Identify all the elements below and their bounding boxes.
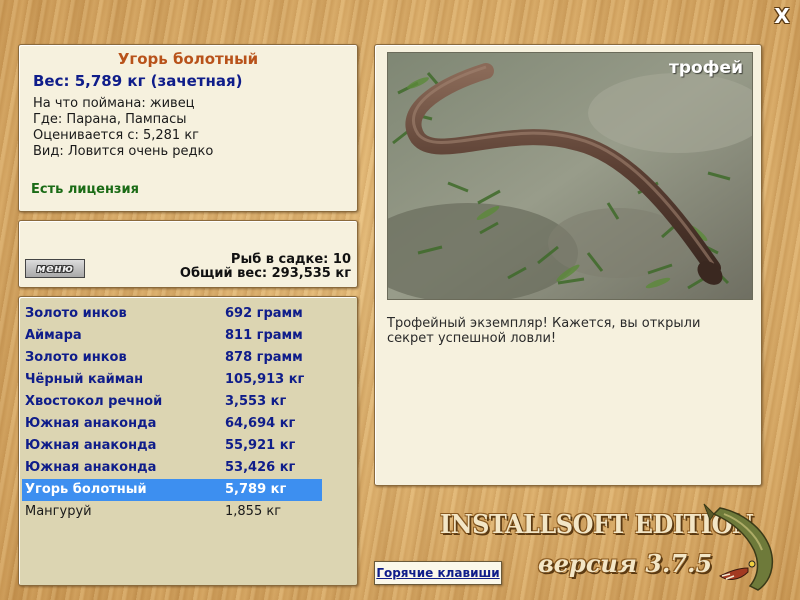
- fish-bait: На что поймана: живец: [33, 96, 195, 111]
- catch-item-name: Золото инков: [25, 350, 127, 365]
- catch-item-weight: 3,553 кг: [225, 394, 287, 409]
- catch-item-weight: 64,694 кг: [225, 416, 296, 431]
- catch-item-weight: 692 грамм: [225, 306, 303, 321]
- catch-item-name: Угорь болотный: [25, 482, 147, 497]
- catch-description: Трофейный экземпляр! Кажется, вы открыли…: [387, 316, 701, 346]
- keepnet-count: Рыб в садке: 10: [230, 252, 351, 267]
- catch-item-weight: 53,426 кг: [225, 460, 296, 475]
- fish-weight: Вес: 5,789 кг (зачетная): [33, 72, 243, 90]
- pike-fish-icon: [700, 502, 784, 594]
- photo-panel: трофей Трофейный экземпляр! Кажется, вы …: [374, 44, 762, 486]
- catch-list-item[interactable]: Золото инков 878 грамм: [22, 347, 322, 369]
- catch-item-weight: 5,789 кг: [225, 482, 287, 497]
- keepnet-panel: меню Рыб в садке: 10 Общий вес: 293,535 …: [18, 220, 358, 288]
- catch-list-item[interactable]: Золото инков 692 грамм: [22, 303, 322, 325]
- catch-list-item[interactable]: Угорь болотный 5,789 кг: [22, 479, 322, 501]
- trophy-badge: трофей: [668, 58, 743, 78]
- catch-item-weight: 55,921 кг: [225, 438, 296, 453]
- catch-item-name: Мангуруй: [25, 504, 92, 519]
- catch-item-weight: 1,855 кг: [225, 504, 282, 519]
- catch-list-item[interactable]: Чёрный кайман 105,913 кг: [22, 369, 322, 391]
- catch-list-item[interactable]: Хвостокол речной 3,553 кг: [22, 391, 322, 413]
- fish-location: Где: Парана, Пампасы: [33, 112, 187, 127]
- catch-item-weight: 105,913 кг: [225, 372, 305, 387]
- fish-rarity: Вид: Ловится очень редко: [33, 144, 214, 159]
- catch-list-item[interactable]: Южная анаконда 64,694 кг: [22, 413, 322, 435]
- version-label: версия 3.7.5: [538, 549, 713, 578]
- fish-title: Угорь болотный: [117, 50, 259, 68]
- fish-photo: [387, 52, 753, 300]
- catch-item-name: Аймара: [25, 328, 82, 343]
- fish-info-panel: Угорь болотный Вес: 5,789 кг (зачетная) …: [18, 44, 358, 212]
- catch-list-item[interactable]: Южная анаконда 53,426 кг: [22, 457, 322, 479]
- catch-list: Золото инков 692 грамм Аймара 811 грамм Золо…: [18, 296, 358, 586]
- catch-list-item[interactable]: Аймара 811 грамм: [22, 325, 322, 347]
- catch-item-name: Хвостокол речной: [25, 394, 163, 409]
- catch-item-name: Чёрный кайман: [25, 372, 144, 387]
- catch-item-name: Южная анаконда: [25, 438, 157, 453]
- menu-button[interactable]: меню: [25, 259, 85, 278]
- fish-valued-from: Оценивается с: 5,281 кг: [33, 128, 200, 143]
- catch-item-weight: 878 грамм: [225, 350, 303, 365]
- catch-item-name: Южная анаконда: [25, 416, 157, 431]
- close-icon[interactable]: X: [772, 6, 792, 26]
- catch-list-item[interactable]: Мангуруй 1,855 кг: [22, 501, 322, 523]
- catch-item-name: Золото инков: [25, 306, 127, 321]
- catch-item-name: Южная анаконда: [25, 460, 157, 475]
- catch-list-item[interactable]: Южная анаконда 55,921 кг: [22, 435, 322, 457]
- hotkeys-button[interactable]: Горячие клавиши: [374, 561, 502, 585]
- license-status: Есть лицензия: [31, 182, 139, 197]
- keepnet-total-weight: Общий вес: 293,535 кг: [179, 266, 351, 281]
- catch-item-weight: 811 грамм: [225, 328, 303, 343]
